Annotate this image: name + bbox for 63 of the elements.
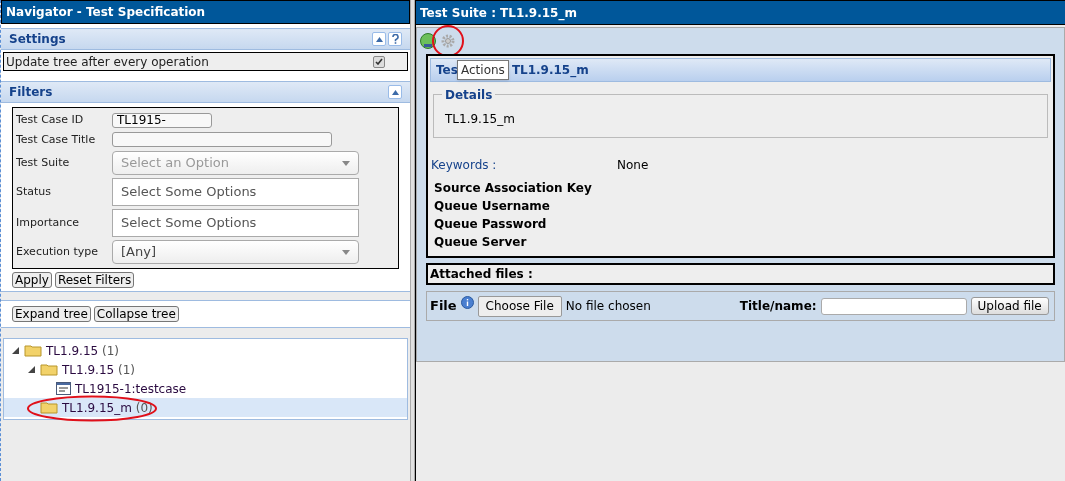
checkmark-icon <box>375 58 383 65</box>
field-label: Source Association Key <box>434 180 593 196</box>
filter-button[interactable]: Apply <box>12 272 52 288</box>
up-arrow-icon <box>375 36 383 42</box>
checkbox[interactable] <box>373 55 385 68</box>
globe-icon[interactable] <box>420 33 436 49</box>
details-text: TL1.9.15_m <box>445 111 515 128</box>
help-button[interactable] <box>388 32 402 46</box>
filter-label: Test Case ID <box>16 112 85 128</box>
panel-title: Navigator - Test Specification <box>6 4 206 21</box>
attachments-label: Attached files : <box>430 266 533 283</box>
dropdown-arrow-icon <box>342 160 350 166</box>
filter-label: Status <box>16 183 53 200</box>
title-label: Title/name: <box>739 298 817 315</box>
choose-file-button[interactable]: Choose File <box>477 295 562 317</box>
tree-item[interactable]: TL1915-1:testcase <box>4 379 407 398</box>
panel-title: Test Suite : TL1.9.15_m <box>420 4 577 22</box>
folder-icon <box>40 401 58 414</box>
text-field[interactable] <box>112 132 332 148</box>
filter-button[interactable]: Reset Filters <box>54 272 135 288</box>
keywords-label: Keywords : <box>431 157 498 174</box>
folder-icon <box>40 363 58 376</box>
multi-select-field[interactable]: Select Some Options <box>112 209 359 237</box>
up-arrow-icon <box>391 89 399 95</box>
title-input[interactable] <box>820 297 967 315</box>
keywords-value: None <box>617 157 649 174</box>
section-title: Tes <box>436 62 458 79</box>
field-label: Queue Username <box>434 198 551 214</box>
tree-button[interactable]: Expand tree <box>12 306 91 322</box>
file-status: No file chosen <box>565 298 652 315</box>
collapse-button[interactable] <box>388 85 402 99</box>
upload-file-button[interactable]: Upload file <box>970 297 1049 315</box>
expanded-arrow-icon[interactable] <box>12 347 19 354</box>
section-title: Filters <box>9 84 53 101</box>
tree-item[interactable]: TL1.9.15 (1) <box>4 341 407 360</box>
tree-item-label: TL1.9.15 (1) <box>46 342 119 360</box>
document-icon <box>56 382 71 395</box>
filter-label: Execution type <box>16 243 100 260</box>
setting-label: Update tree after every operation <box>6 53 209 71</box>
folder-icon <box>24 344 42 357</box>
tree-item[interactable]: TL1.9.15_m (0) <box>4 398 407 417</box>
expanded-arrow-icon[interactable] <box>28 366 35 373</box>
info-icon[interactable] <box>460 296 474 309</box>
filter-label: Importance <box>16 214 81 231</box>
field-label: Queue Server <box>434 234 528 250</box>
tree-item[interactable]: TL1.9.15 (1) <box>4 360 407 379</box>
tree-item-label: TL1.9.15 (1) <box>62 361 135 379</box>
file-label: File <box>430 297 457 316</box>
text-field[interactable]: TL1915- <box>112 112 212 128</box>
help-icon <box>391 34 399 44</box>
dropdown-arrow-icon <box>342 249 350 255</box>
section-title: Settings <box>9 31 66 48</box>
section-title: TL1.9.15_m <box>511 62 589 79</box>
dropdown[interactable]: [Any] <box>112 240 359 264</box>
collapse-button[interactable] <box>372 32 386 46</box>
filter-label: Test Case Title <box>16 131 97 148</box>
tree-button[interactable]: Collapse tree <box>93 306 179 322</box>
field-label: Queue Password <box>434 216 548 232</box>
multi-select-field[interactable]: Select Some Options <box>112 178 359 206</box>
tree-item-label: TL1915-1:testcase <box>75 380 187 398</box>
tree-item-label: TL1.9.15_m (0) <box>62 399 153 417</box>
tooltip: Actions <box>457 60 509 80</box>
filter-label: Test Suite <box>16 154 71 171</box>
